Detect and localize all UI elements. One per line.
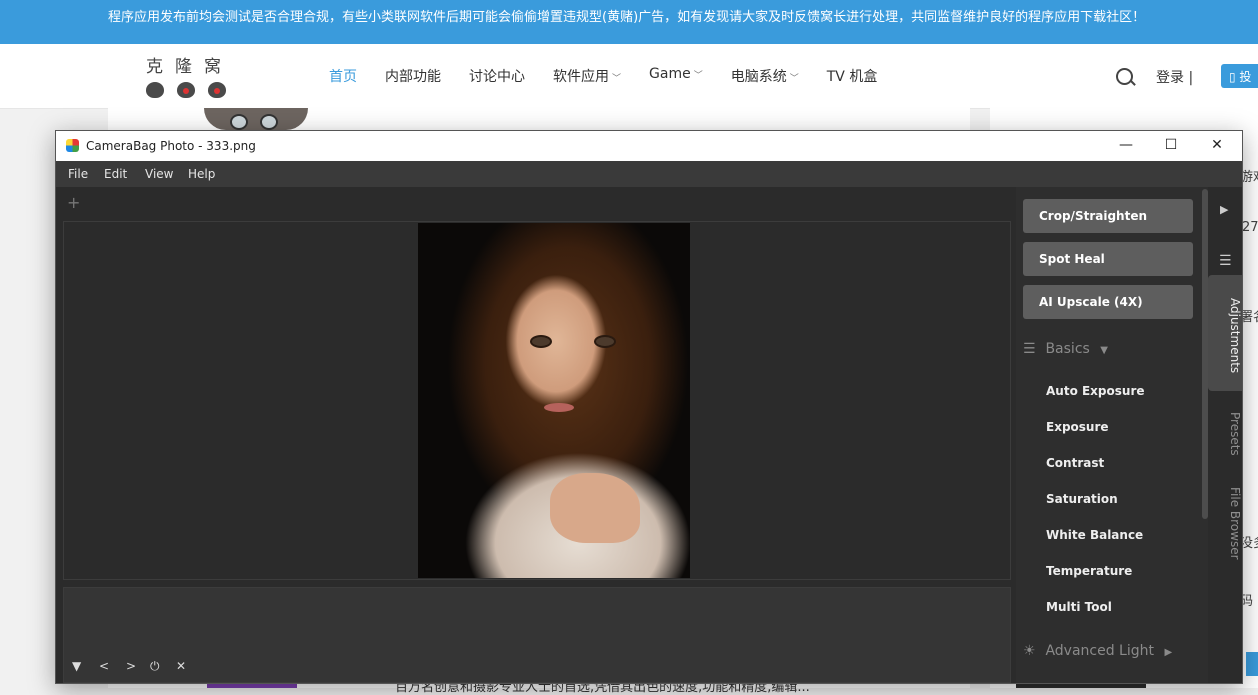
adjustment-contrast[interactable]: Contrast	[1046, 456, 1104, 470]
nav-item-home[interactable]: 首页	[329, 66, 357, 86]
nav-item-discussion[interactable]: 讨论中心	[469, 66, 525, 86]
window-title: CameraBag Photo - 333.png	[86, 139, 256, 153]
window-titlebar[interactable]: CameraBag Photo - 333.png — ☐ ✕	[56, 131, 1242, 161]
post-button[interactable]: ▯ 投	[1221, 64, 1258, 88]
tab-file-browser[interactable]: File Browser	[1208, 483, 1242, 563]
site-logo[interactable]: 克隆窝	[146, 50, 236, 104]
site-notice-banner: 程序应用发布前均会测试是否合理合规，有些小类联网软件后期可能会偷偷增置违规型(黄…	[0, 0, 1258, 44]
camerabag-window: CameraBag Photo - 333.png — ☐ ✕ File Edi…	[55, 130, 1243, 684]
nav-item-pc-system[interactable]: 电脑系统 ﹀	[731, 66, 799, 86]
photo-detail	[594, 335, 616, 348]
search-icon[interactable]	[1116, 68, 1133, 85]
ai-upscale-button[interactable]: AI Upscale (4X)	[1023, 285, 1193, 319]
nav-label: Game	[649, 66, 691, 82]
filmstrip-panel[interactable]	[63, 587, 1011, 683]
hamburger-menu-icon[interactable]: ☰	[1219, 253, 1232, 269]
next-image-icon[interactable]: >	[126, 659, 136, 673]
adjustment-auto-exposure[interactable]: Auto Exposure	[1046, 384, 1145, 398]
menu-view[interactable]: View	[145, 167, 173, 181]
nav-label: TV 机盒	[826, 69, 878, 85]
advanced-light-section-header[interactable]: ☀ Advanced Light ▶	[1023, 643, 1172, 659]
portrait-photo[interactable]	[418, 223, 690, 578]
menu-help[interactable]: Help	[188, 167, 215, 181]
side-tab-bar: ▶ ☰ Adjustments Presets File Browser	[1208, 187, 1242, 683]
minimize-icon[interactable]: —	[1115, 137, 1137, 155]
camerabag-app-icon	[66, 139, 79, 152]
caret-down-icon: ▼	[1100, 345, 1108, 356]
adjustment-white-balance[interactable]: White Balance	[1046, 528, 1143, 542]
adjustment-saturation[interactable]: Saturation	[1046, 492, 1118, 506]
crop-straighten-button[interactable]: Crop/Straighten	[1023, 199, 1193, 233]
nav-item-game[interactable]: Game ﹀	[649, 66, 703, 86]
basics-section-header[interactable]: ☰ Basics ▼	[1023, 341, 1108, 357]
nav-label: 内部功能	[385, 69, 441, 85]
mascot-image	[204, 108, 308, 130]
login-label: 登录	[1156, 70, 1184, 86]
tab-adjustments[interactable]: Adjustments	[1208, 275, 1242, 391]
chevron-down-icon: ﹀	[693, 71, 703, 81]
basics-label: Basics	[1045, 341, 1090, 357]
advanced-light-label: Advanced Light	[1045, 643, 1154, 659]
nav-label: 软件应用	[553, 69, 609, 85]
logo-text: 克隆窝	[146, 57, 233, 77]
nav-item-tv-box[interactable]: TV 机盒	[827, 66, 878, 86]
adjustment-multi-tool[interactable]: Multi Tool	[1046, 600, 1112, 614]
caret-right-icon: ▶	[1164, 647, 1173, 658]
chevron-down-icon: ﹀	[612, 74, 622, 84]
close-icon[interactable]: ✕	[1206, 137, 1228, 155]
nav-label: 首页	[329, 69, 357, 85]
tab-presets[interactable]: Presets	[1208, 399, 1242, 469]
photo-detail	[530, 335, 552, 348]
maximize-icon[interactable]: ☐	[1160, 137, 1182, 155]
spot-heal-button[interactable]: Spot Heal	[1023, 242, 1193, 276]
sidebar-text-fragment: 27	[1242, 220, 1258, 235]
previous-image-icon[interactable]: <	[99, 659, 109, 673]
nav-label: 电脑系统	[730, 69, 787, 85]
nav-item-software[interactable]: 软件应用 ﹀	[553, 66, 621, 86]
chevron-down-icon: ﹀	[789, 74, 799, 84]
post-button-label: 投	[1239, 70, 1252, 84]
site-nav: 首页 内部功能 讨论中心 软件应用 ﹀ Game ﹀ 电脑系统 ﹀ TV 机盒	[329, 66, 905, 86]
nav-label: 讨论中心	[469, 69, 525, 85]
power-icon[interactable]: ⏻	[150, 659, 160, 674]
photo-detail	[544, 403, 574, 412]
login-link[interactable]: 登录 |	[1156, 67, 1193, 87]
site-header: 克隆窝 首页 内部功能 讨论中心 软件应用 ﹀ Game ﹀ 电脑系统 ﹀ TV 机盒…	[0, 44, 1258, 109]
logo-dot-icon	[208, 82, 226, 98]
play-icon[interactable]: ▶	[1220, 203, 1228, 216]
close-filmstrip-icon[interactable]: ✕	[176, 659, 186, 673]
collapse-icon[interactable]: ▼	[72, 659, 81, 673]
nav-item-internal[interactable]: 内部功能	[385, 66, 441, 86]
add-tab-icon[interactable]: +	[67, 193, 80, 212]
logo-dot-icon	[177, 82, 195, 98]
ad-corner-icon[interactable]	[1246, 652, 1258, 676]
photo-detail	[550, 473, 640, 543]
menu-file[interactable]: File	[68, 167, 88, 181]
sun-icon: ☀	[1023, 643, 1036, 659]
logo-dot-icon	[146, 82, 164, 98]
sliders-icon: ☰	[1023, 341, 1036, 357]
menu-bar: File Edit View Help	[56, 161, 1242, 187]
adjustment-exposure[interactable]: Exposure	[1046, 420, 1109, 434]
adjustment-temperature[interactable]: Temperature	[1046, 564, 1132, 578]
menu-edit[interactable]: Edit	[104, 167, 127, 181]
adjustments-panel: Crop/Straighten Spot Heal AI Upscale (4X…	[1016, 187, 1208, 683]
